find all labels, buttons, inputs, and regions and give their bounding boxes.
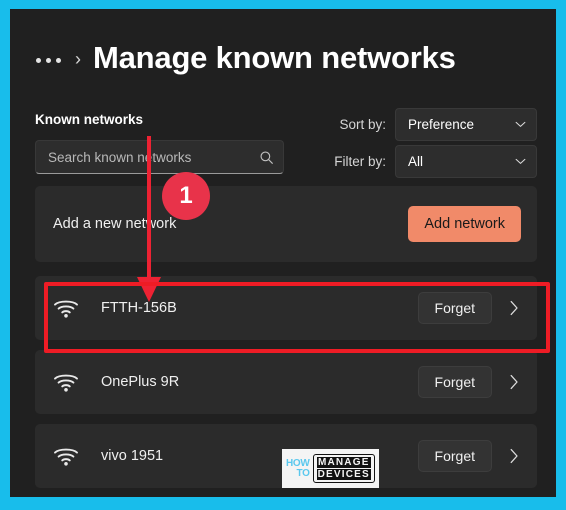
network-row-oneplus-9r[interactable]: OnePlus 9R Forget [35,350,537,414]
wifi-icon [54,300,78,318]
filter-by-row: Filter by: All [334,145,537,178]
known-networks-label: Known networks [35,112,144,127]
sort-by-label: Sort by: [339,117,386,132]
breadcrumb: › Manage known networks [34,35,456,81]
sort-by-row: Sort by: Preference [334,108,537,141]
watermark-line-devices: DEVICES [316,469,371,480]
watermark-logo: HOW TO MANAGE DEVICES [282,449,379,488]
filter-by-dropdown[interactable]: All [395,145,537,178]
network-name: OnePlus 9R [101,374,180,390]
filter-by-label: Filter by: [334,154,386,169]
chevron-right-icon[interactable] [509,300,519,316]
screenshot-frame: › Manage known networks Known networks S… [0,0,566,510]
add-new-network-row: Add a new network Add network [35,186,537,262]
wifi-icon [54,448,78,466]
search-icon [260,151,273,164]
filter-by-value: All [408,154,424,169]
chevron-down-icon [515,121,526,127]
settings-window: › Manage known networks Known networks S… [10,9,556,497]
add-network-button[interactable]: Add network [408,206,521,242]
network-row-ftth-156b[interactable]: FTTH-156B Forget [35,276,537,340]
page-title: Manage known networks [93,40,456,75]
watermark-line-how: HOW [286,457,310,469]
sort-filter-controls: Sort by: Preference Filter by: All [334,108,537,178]
watermark-line-manage: MANAGE [316,457,371,468]
watermark-managedevices: MANAGE DEVICES [312,454,375,483]
watermark-line-to: TO [296,467,310,479]
watermark-howto: HOW TO [286,457,310,479]
chevron-right-icon[interactable] [509,448,519,464]
chevron-right-icon[interactable] [509,374,519,390]
forget-button[interactable]: Forget [417,440,492,472]
sort-by-dropdown[interactable]: Preference [395,108,537,141]
network-name: FTTH-156B [101,300,177,316]
sort-by-value: Preference [408,117,475,132]
breadcrumb-overflow-icon[interactable] [34,57,63,63]
add-network-label: Add a new network [53,216,177,232]
forget-button[interactable]: Forget [417,366,492,398]
forget-button[interactable]: Forget [417,292,492,324]
chevron-down-icon [515,158,526,164]
search-known-networks-box[interactable] [35,140,284,174]
search-input[interactable] [48,149,259,165]
breadcrumb-separator-icon: › [75,48,81,69]
wifi-icon [54,374,78,392]
